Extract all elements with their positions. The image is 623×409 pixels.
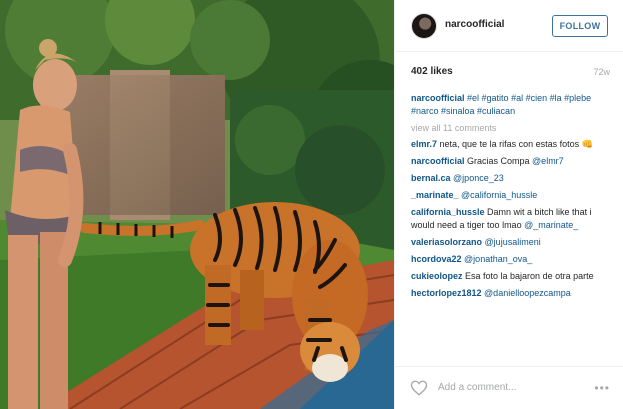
comment-item: california_hussle Damn wit a bitch like … (411, 206, 611, 232)
likes-count[interactable]: 402 likes (411, 66, 453, 77)
comment-username[interactable]: valeriasolorzano (411, 237, 482, 247)
heart-icon[interactable] (410, 379, 428, 397)
comment-username[interactable]: california_hussle (411, 207, 485, 217)
comment-mention[interactable]: @jujusalimeni (485, 237, 541, 247)
post-stats: 402 likes 72w (395, 66, 623, 82)
comment-text: Esa foto la bajaron de otra parte (462, 271, 594, 281)
comment-item: _marinate_ @california_hussle (411, 189, 611, 202)
post-photo[interactable] (0, 0, 394, 409)
comment-username[interactable]: hectorlopez1812 (411, 288, 482, 298)
post-author-username[interactable]: narcoofficial (445, 19, 504, 30)
more-options-button[interactable]: ••• (594, 381, 610, 395)
comment-username[interactable]: narcoofficial (411, 156, 465, 166)
comment-item: narcoofficial Gracias Compa @elmr7 (411, 155, 611, 168)
follow-button[interactable]: FOLLOW (552, 15, 608, 37)
comment-mention[interactable]: @california_hussle (461, 190, 537, 200)
comment-username[interactable]: hcordova22 (411, 254, 462, 264)
post-age[interactable]: 72w (593, 67, 610, 77)
comment-item: cukieolopez Esa foto la bajaron de otra … (411, 270, 611, 283)
comment-username[interactable]: cukieolopez (411, 271, 463, 281)
comment-mention[interactable]: @_marinate_ (524, 220, 578, 230)
comment-mention[interactable]: @jonathan_ova_ (464, 254, 532, 264)
comments-list: narcoofficial #el #gatito #al #cien #la … (411, 92, 611, 304)
caption-username[interactable]: narcoofficial (411, 93, 465, 103)
comment-item: hcordova22 @jonathan_ova_ (411, 253, 611, 266)
view-all-comments-link[interactable]: view all 11 comments (411, 122, 611, 135)
post-footer: Add a comment... ••• (395, 366, 623, 409)
comment-mention[interactable]: @danielloopezcampa (484, 288, 571, 298)
caption: narcoofficial #el #gatito #al #cien #la … (411, 92, 611, 118)
avatar[interactable] (411, 13, 437, 39)
comment-username[interactable]: _marinate_ (411, 190, 459, 200)
comment-mention[interactable]: @elmr7 (532, 156, 564, 166)
comment-item: bernal.ca @jponce_23 (411, 172, 611, 185)
comment-text: Gracias Compa (464, 156, 533, 166)
comment-item: valeriasolorzano @jujusalimeni (411, 236, 611, 249)
comment-item: hectorlopez1812 @danielloopezcampa (411, 287, 611, 300)
photo-illustration (0, 0, 394, 409)
comment-username[interactable]: bernal.ca (411, 173, 451, 183)
comment-username[interactable]: elmr.7 (411, 139, 437, 149)
post-header: narcoofficial FOLLOW (395, 0, 623, 52)
comment-item: elmr.7 neta, que te la rifas con estas f… (411, 138, 611, 151)
add-comment-input[interactable]: Add a comment... (438, 382, 516, 393)
post-sidebar: narcoofficial FOLLOW 402 likes 72w narco… (394, 0, 623, 409)
comment-mention[interactable]: @jponce_23 (453, 173, 504, 183)
comment-text: neta, que te la rifas con estas fotos 👊 (437, 139, 593, 149)
